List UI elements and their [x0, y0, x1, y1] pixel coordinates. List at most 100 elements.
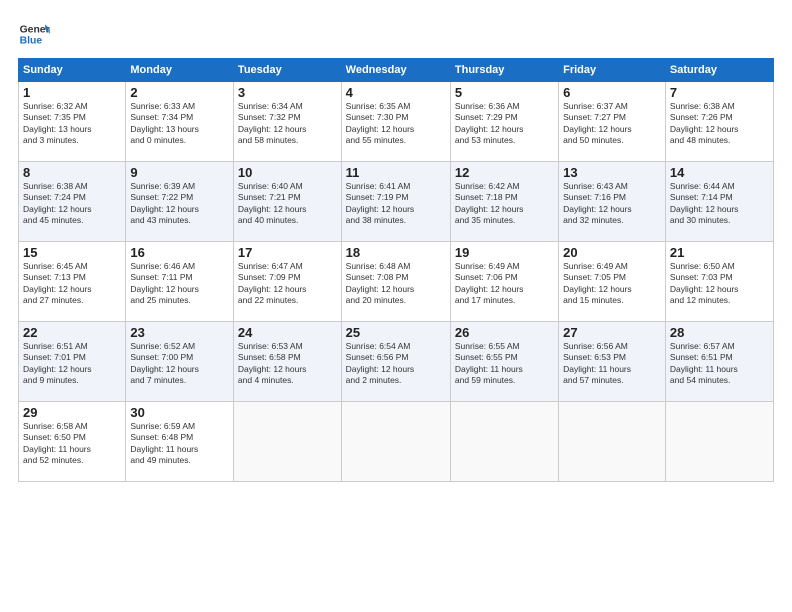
calendar-weekday-header: Tuesday	[233, 59, 341, 82]
day-number: 10	[238, 165, 337, 180]
calendar-day-cell: 2Sunrise: 6:33 AMSunset: 7:34 PMDaylight…	[126, 82, 234, 162]
day-info: Sunrise: 6:54 AMSunset: 6:56 PMDaylight:…	[346, 341, 446, 387]
day-info: Sunrise: 6:43 AMSunset: 7:16 PMDaylight:…	[563, 181, 661, 227]
calendar-weekday-header: Monday	[126, 59, 234, 82]
day-number: 5	[455, 85, 554, 100]
calendar-day-cell: 17Sunrise: 6:47 AMSunset: 7:09 PMDayligh…	[233, 242, 341, 322]
day-info: Sunrise: 6:39 AMSunset: 7:22 PMDaylight:…	[130, 181, 229, 227]
calendar-day-cell: 6Sunrise: 6:37 AMSunset: 7:27 PMDaylight…	[559, 82, 666, 162]
day-number: 7	[670, 85, 769, 100]
calendar-day-cell: 19Sunrise: 6:49 AMSunset: 7:06 PMDayligh…	[450, 242, 558, 322]
calendar-day-cell: 30Sunrise: 6:59 AMSunset: 6:48 PMDayligh…	[126, 402, 234, 482]
day-info: Sunrise: 6:49 AMSunset: 7:05 PMDaylight:…	[563, 261, 661, 307]
day-number: 15	[23, 245, 121, 260]
calendar: SundayMondayTuesdayWednesdayThursdayFrid…	[18, 58, 774, 482]
calendar-day-cell: 11Sunrise: 6:41 AMSunset: 7:19 PMDayligh…	[341, 162, 450, 242]
calendar-day-cell: 26Sunrise: 6:55 AMSunset: 6:55 PMDayligh…	[450, 322, 558, 402]
day-number: 26	[455, 325, 554, 340]
calendar-week-row: 22Sunrise: 6:51 AMSunset: 7:01 PMDayligh…	[19, 322, 774, 402]
day-number: 3	[238, 85, 337, 100]
day-info: Sunrise: 6:56 AMSunset: 6:53 PMDaylight:…	[563, 341, 661, 387]
day-number: 21	[670, 245, 769, 260]
day-info: Sunrise: 6:52 AMSunset: 7:00 PMDaylight:…	[130, 341, 229, 387]
day-number: 1	[23, 85, 121, 100]
calendar-week-row: 15Sunrise: 6:45 AMSunset: 7:13 PMDayligh…	[19, 242, 774, 322]
day-info: Sunrise: 6:48 AMSunset: 7:08 PMDaylight:…	[346, 261, 446, 307]
calendar-day-cell: 24Sunrise: 6:53 AMSunset: 6:58 PMDayligh…	[233, 322, 341, 402]
day-info: Sunrise: 6:32 AMSunset: 7:35 PMDaylight:…	[23, 101, 121, 147]
calendar-day-cell: 29Sunrise: 6:58 AMSunset: 6:50 PMDayligh…	[19, 402, 126, 482]
day-number: 20	[563, 245, 661, 260]
day-number: 13	[563, 165, 661, 180]
day-number: 12	[455, 165, 554, 180]
day-info: Sunrise: 6:33 AMSunset: 7:34 PMDaylight:…	[130, 101, 229, 147]
day-info: Sunrise: 6:49 AMSunset: 7:06 PMDaylight:…	[455, 261, 554, 307]
calendar-day-cell: 16Sunrise: 6:46 AMSunset: 7:11 PMDayligh…	[126, 242, 234, 322]
day-number: 6	[563, 85, 661, 100]
day-info: Sunrise: 6:42 AMSunset: 7:18 PMDaylight:…	[455, 181, 554, 227]
calendar-week-row: 29Sunrise: 6:58 AMSunset: 6:50 PMDayligh…	[19, 402, 774, 482]
calendar-weekday-header: Friday	[559, 59, 666, 82]
calendar-weekday-header: Sunday	[19, 59, 126, 82]
calendar-day-cell: 1Sunrise: 6:32 AMSunset: 7:35 PMDaylight…	[19, 82, 126, 162]
day-info: Sunrise: 6:53 AMSunset: 6:58 PMDaylight:…	[238, 341, 337, 387]
day-number: 8	[23, 165, 121, 180]
calendar-day-cell	[450, 402, 558, 482]
header: General Blue	[18, 18, 774, 50]
calendar-day-cell: 14Sunrise: 6:44 AMSunset: 7:14 PMDayligh…	[665, 162, 773, 242]
day-number: 18	[346, 245, 446, 260]
day-info: Sunrise: 6:38 AMSunset: 7:26 PMDaylight:…	[670, 101, 769, 147]
day-number: 14	[670, 165, 769, 180]
day-info: Sunrise: 6:35 AMSunset: 7:30 PMDaylight:…	[346, 101, 446, 147]
calendar-weekday-header: Saturday	[665, 59, 773, 82]
calendar-day-cell	[233, 402, 341, 482]
day-number: 17	[238, 245, 337, 260]
calendar-day-cell	[665, 402, 773, 482]
day-number: 28	[670, 325, 769, 340]
day-number: 23	[130, 325, 229, 340]
calendar-header-row: SundayMondayTuesdayWednesdayThursdayFrid…	[19, 59, 774, 82]
calendar-day-cell: 28Sunrise: 6:57 AMSunset: 6:51 PMDayligh…	[665, 322, 773, 402]
calendar-day-cell: 27Sunrise: 6:56 AMSunset: 6:53 PMDayligh…	[559, 322, 666, 402]
day-info: Sunrise: 6:59 AMSunset: 6:48 PMDaylight:…	[130, 421, 229, 467]
logo: General Blue	[18, 18, 50, 50]
page: General Blue SundayMondayTuesdayWednesda…	[0, 0, 792, 612]
calendar-day-cell	[341, 402, 450, 482]
calendar-day-cell	[559, 402, 666, 482]
calendar-weekday-header: Wednesday	[341, 59, 450, 82]
day-number: 24	[238, 325, 337, 340]
day-info: Sunrise: 6:41 AMSunset: 7:19 PMDaylight:…	[346, 181, 446, 227]
day-number: 19	[455, 245, 554, 260]
day-number: 25	[346, 325, 446, 340]
calendar-day-cell: 9Sunrise: 6:39 AMSunset: 7:22 PMDaylight…	[126, 162, 234, 242]
day-info: Sunrise: 6:47 AMSunset: 7:09 PMDaylight:…	[238, 261, 337, 307]
calendar-weekday-header: Thursday	[450, 59, 558, 82]
day-info: Sunrise: 6:34 AMSunset: 7:32 PMDaylight:…	[238, 101, 337, 147]
calendar-day-cell: 20Sunrise: 6:49 AMSunset: 7:05 PMDayligh…	[559, 242, 666, 322]
calendar-day-cell: 3Sunrise: 6:34 AMSunset: 7:32 PMDaylight…	[233, 82, 341, 162]
day-info: Sunrise: 6:36 AMSunset: 7:29 PMDaylight:…	[455, 101, 554, 147]
day-info: Sunrise: 6:58 AMSunset: 6:50 PMDaylight:…	[23, 421, 121, 467]
logo-icon: General Blue	[18, 18, 50, 50]
day-info: Sunrise: 6:45 AMSunset: 7:13 PMDaylight:…	[23, 261, 121, 307]
day-number: 4	[346, 85, 446, 100]
day-info: Sunrise: 6:50 AMSunset: 7:03 PMDaylight:…	[670, 261, 769, 307]
day-number: 2	[130, 85, 229, 100]
day-info: Sunrise: 6:46 AMSunset: 7:11 PMDaylight:…	[130, 261, 229, 307]
calendar-day-cell: 12Sunrise: 6:42 AMSunset: 7:18 PMDayligh…	[450, 162, 558, 242]
day-info: Sunrise: 6:51 AMSunset: 7:01 PMDaylight:…	[23, 341, 121, 387]
day-info: Sunrise: 6:40 AMSunset: 7:21 PMDaylight:…	[238, 181, 337, 227]
calendar-day-cell: 8Sunrise: 6:38 AMSunset: 7:24 PMDaylight…	[19, 162, 126, 242]
svg-text:Blue: Blue	[20, 36, 43, 47]
calendar-day-cell: 5Sunrise: 6:36 AMSunset: 7:29 PMDaylight…	[450, 82, 558, 162]
calendar-day-cell: 15Sunrise: 6:45 AMSunset: 7:13 PMDayligh…	[19, 242, 126, 322]
calendar-week-row: 1Sunrise: 6:32 AMSunset: 7:35 PMDaylight…	[19, 82, 774, 162]
calendar-day-cell: 25Sunrise: 6:54 AMSunset: 6:56 PMDayligh…	[341, 322, 450, 402]
calendar-day-cell: 7Sunrise: 6:38 AMSunset: 7:26 PMDaylight…	[665, 82, 773, 162]
calendar-day-cell: 18Sunrise: 6:48 AMSunset: 7:08 PMDayligh…	[341, 242, 450, 322]
day-info: Sunrise: 6:38 AMSunset: 7:24 PMDaylight:…	[23, 181, 121, 227]
day-info: Sunrise: 6:37 AMSunset: 7:27 PMDaylight:…	[563, 101, 661, 147]
day-number: 11	[346, 165, 446, 180]
day-number: 27	[563, 325, 661, 340]
day-info: Sunrise: 6:55 AMSunset: 6:55 PMDaylight:…	[455, 341, 554, 387]
